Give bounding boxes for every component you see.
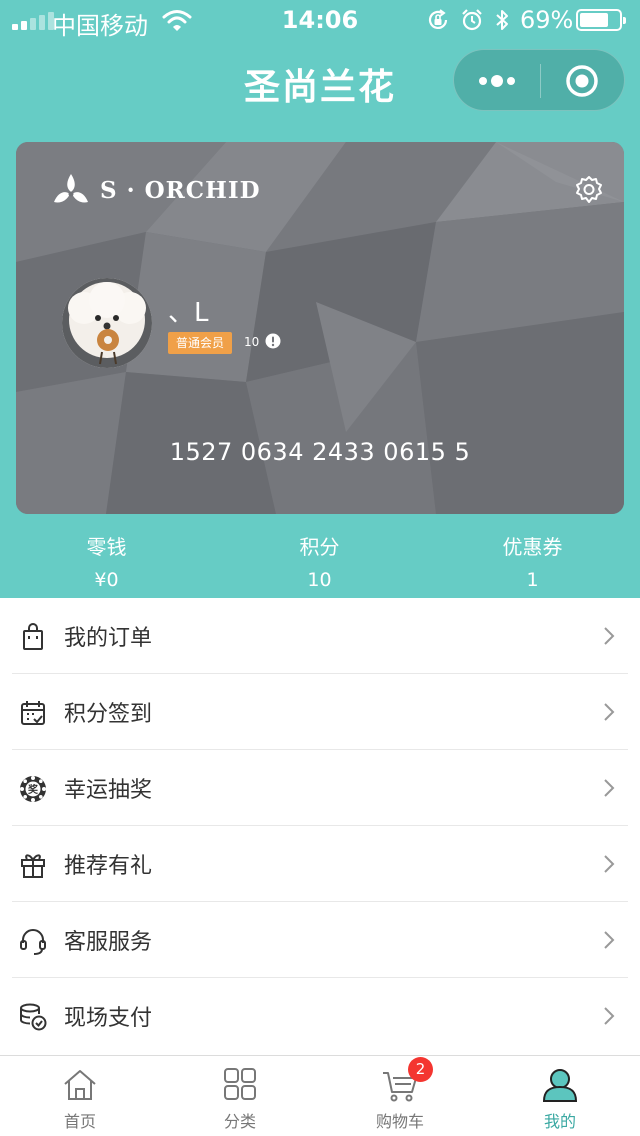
menu-item-label: 幸运抽奖: [64, 778, 153, 803]
bluetooth-icon: [496, 10, 508, 30]
headset-icon: [20, 929, 46, 955]
tab-label: 分类: [223, 1112, 256, 1131]
stat-coupons[interactable]: 优惠券 1: [426, 532, 639, 595]
tab-bar: 首页 分类 购物车 我的: [0, 1055, 640, 1136]
gear-icon[interactable]: [573, 174, 605, 206]
tab-home[interactable]: 首页: [0, 1056, 160, 1136]
stat-balance[interactable]: 零钱 ¥0: [0, 532, 213, 595]
more-button[interactable]: [454, 50, 540, 112]
status-bar: 中国移动 14:06 69%: [0, 0, 640, 40]
info-icon[interactable]: [265, 333, 281, 349]
tab-profile[interactable]: 我的: [480, 1056, 640, 1136]
tab-label: 我的: [543, 1112, 576, 1131]
calendar-check-icon: [21, 701, 45, 725]
battery-icon: [576, 9, 626, 31]
menu-item-onsite-payment[interactable]: 现场支付: [0, 978, 640, 1054]
user-icon: [542, 1069, 578, 1102]
brand-name: S · ORCHID: [100, 176, 261, 204]
lottery-wheel-icon: 奖: [20, 776, 46, 802]
stat-label: 优惠券: [502, 535, 563, 559]
card-points: 10: [244, 335, 260, 349]
orchid-logo-icon: [54, 174, 88, 203]
gift-icon: [21, 854, 45, 878]
lottery-icon-text: 奖: [28, 783, 39, 796]
chevron-right-icon: [604, 1007, 615, 1025]
tab-label: 首页: [63, 1112, 96, 1131]
chevron-right-icon: [604, 703, 615, 721]
menu-item-label: 我的订单: [64, 626, 153, 651]
target-close-icon: [566, 65, 598, 97]
stat-points[interactable]: 积分 10: [213, 532, 426, 595]
battery-percent: 69%: [520, 6, 574, 34]
avatar[interactable]: [62, 278, 152, 368]
shopping-bag-icon: [23, 623, 43, 650]
menu-item-label: 现场支付: [64, 1006, 153, 1031]
coins-payment-icon: [20, 1003, 47, 1031]
chevron-right-icon: [604, 627, 615, 645]
alarm-icon: [462, 9, 482, 31]
home-icon: [64, 1070, 96, 1100]
menu-list: 我的订单 积分签到 奖 幸运抽奖 推荐有礼 客服服务 现场支付: [0, 598, 640, 1054]
brand-logo: S · ORCHID: [50, 172, 261, 208]
chevron-right-icon: [604, 779, 615, 797]
stat-value: ¥0: [94, 569, 119, 591]
stat-label: 零钱: [86, 535, 127, 559]
username: 、L: [168, 298, 209, 328]
menu-item-referral[interactable]: 推荐有礼: [0, 826, 640, 902]
stat-label: 积分: [299, 535, 340, 559]
chevron-right-icon: [604, 931, 615, 949]
menu-item-customer-service[interactable]: 客服服务: [0, 902, 640, 978]
menu-item-lottery[interactable]: 奖 幸运抽奖: [0, 750, 640, 826]
cart-count-badge: 2: [408, 1057, 433, 1082]
close-button[interactable]: [541, 50, 626, 112]
avatar-image: [62, 278, 152, 368]
menu-item-label: 推荐有礼: [64, 854, 153, 879]
menu-item-label: 积分签到: [64, 702, 153, 727]
member-level-badge: 普通会员: [168, 332, 233, 354]
card-number: 1527 0634 2433 0615 5: [169, 438, 471, 466]
tab-cart[interactable]: 购物车: [320, 1056, 480, 1136]
grid-icon: [224, 1068, 256, 1100]
stat-value: 1: [526, 569, 539, 591]
more-dots-icon: [479, 75, 515, 87]
stat-value: 10: [307, 569, 332, 591]
menu-item-orders[interactable]: 我的订单: [0, 598, 640, 674]
menu-item-checkin[interactable]: 积分签到: [0, 674, 640, 750]
tab-label: 购物车: [375, 1112, 424, 1131]
miniprogram-capsule: [453, 49, 625, 111]
tab-category[interactable]: 分类: [160, 1056, 320, 1136]
member-card[interactable]: S · ORCHID 、L 普通会员 10 1527 0634 2433 061…: [16, 142, 624, 514]
chevron-right-icon: [604, 855, 615, 873]
orientation-lock-icon: [428, 9, 448, 29]
menu-item-label: 客服服务: [64, 930, 153, 955]
